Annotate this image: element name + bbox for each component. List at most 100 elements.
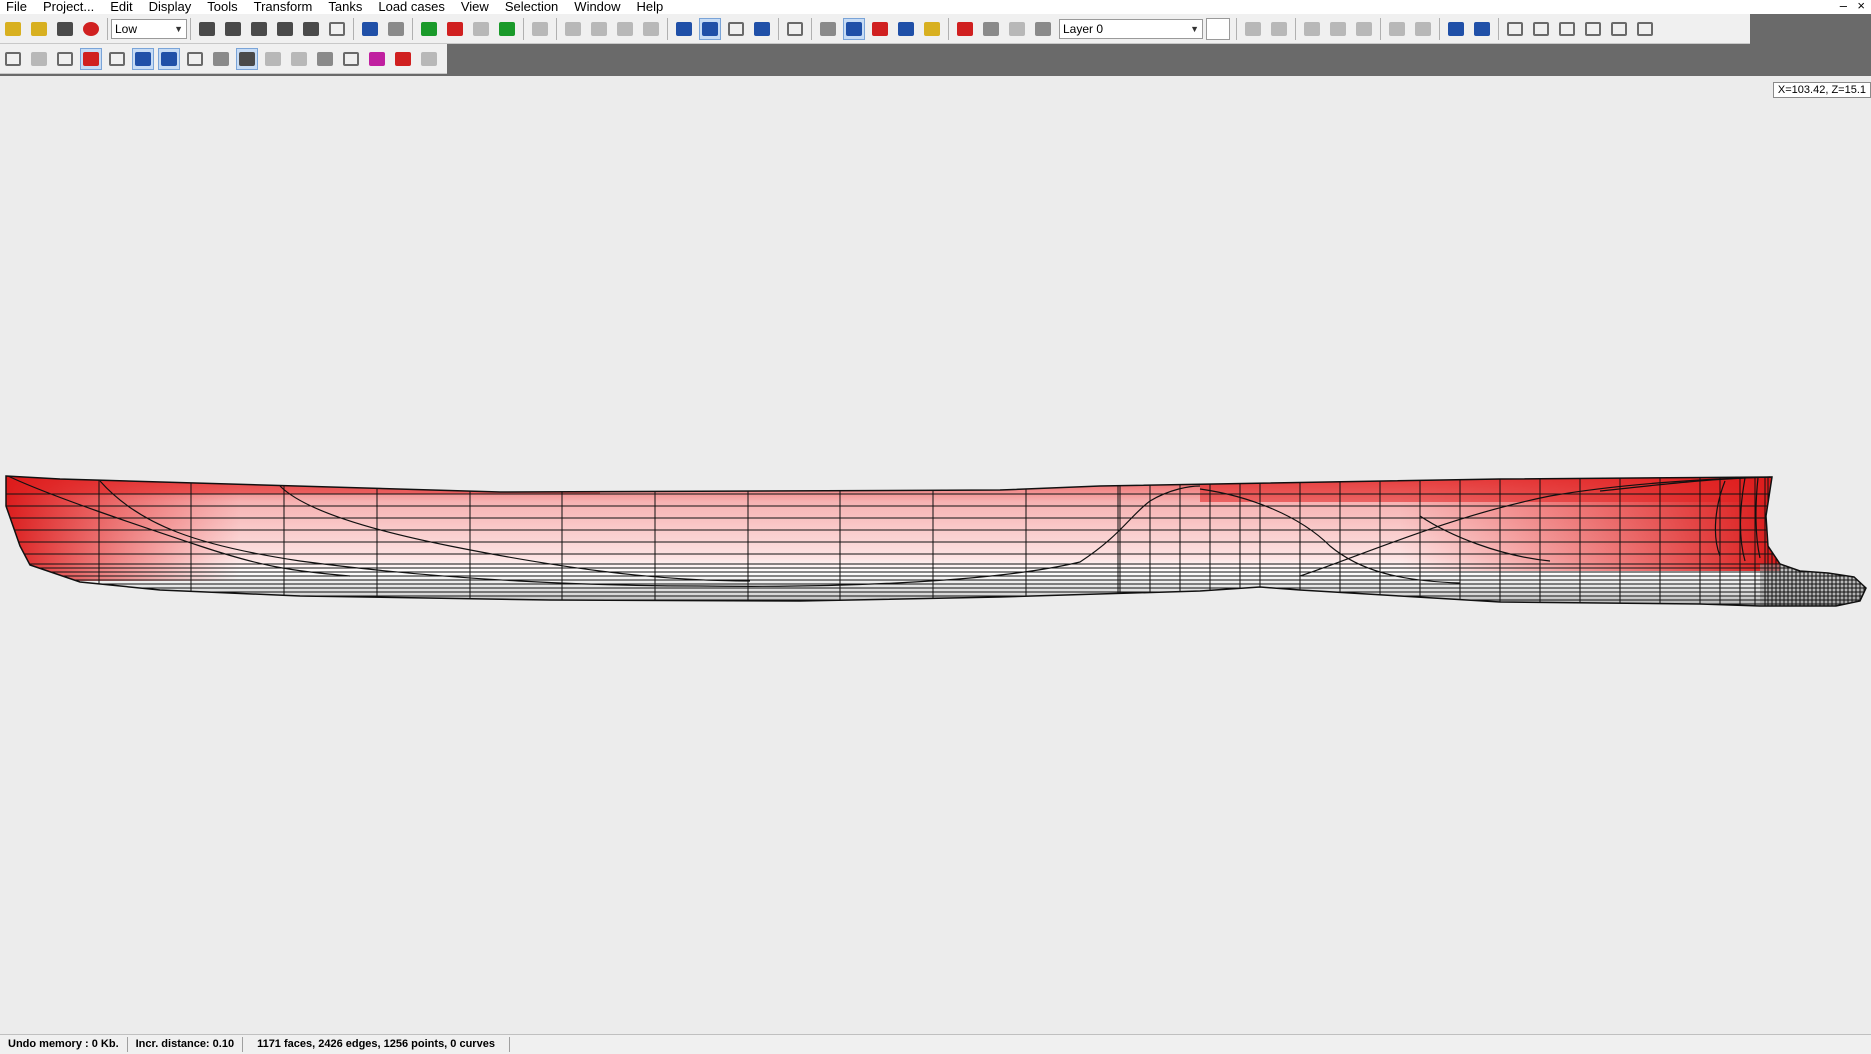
axes-button[interactable]: [418, 18, 440, 40]
minimize-button[interactable]: –: [1840, 0, 1847, 13]
menu-selection[interactable]: Selection: [497, 0, 566, 14]
curvature-plot-button[interactable]: [340, 48, 362, 70]
add-face-button[interactable]: [1386, 18, 1408, 40]
edge-split-button[interactable]: [1530, 18, 1552, 40]
waterlines-button[interactable]: [158, 47, 180, 70]
hull-profile-view[interactable]: [0, 76, 1871, 1034]
point-collapse-button[interactable]: [1504, 18, 1526, 40]
both-sides-button[interactable]: [132, 47, 154, 70]
insert-edge-button[interactable]: [1353, 18, 1375, 40]
menu-tanks[interactable]: Tanks: [320, 0, 370, 14]
add-edge-button[interactable]: [1327, 18, 1349, 40]
markers-button[interactable]: [210, 48, 232, 70]
layer-color-box[interactable]: [1206, 17, 1230, 40]
control-net-button[interactable]: [54, 48, 76, 70]
wireframe-button[interactable]: [699, 17, 721, 40]
mesh-button[interactable]: [921, 18, 943, 40]
view-3d-button[interactable]: [640, 18, 662, 40]
view-front-button[interactable]: [562, 18, 584, 40]
menu-view[interactable]: View: [453, 0, 497, 14]
extrude-icon: [1415, 21, 1431, 36]
hydro-features-button[interactable]: [236, 47, 258, 70]
buttocks-button[interactable]: [28, 48, 50, 70]
calculator-button[interactable]: [274, 18, 296, 40]
close-button[interactable]: ×: [1857, 0, 1865, 13]
hull-icon: [199, 21, 215, 36]
grid-button[interactable]: [1582, 18, 1604, 40]
model-viewport[interactable]: [0, 76, 1871, 1034]
zoom-extents-button[interactable]: [359, 18, 381, 40]
status-bar: Undo memory : 0 Kb. Incr. distance: 0.10…: [0, 1034, 1871, 1054]
add-point-button[interactable]: [1301, 18, 1323, 40]
menu-display[interactable]: Display: [141, 0, 200, 14]
shade-faces-button[interactable]: [314, 48, 336, 70]
curve-fair-icon: [421, 51, 437, 66]
interior-edges-button[interactable]: [80, 47, 102, 70]
new-layer-button[interactable]: [954, 18, 976, 40]
view-side-button[interactable]: [588, 18, 610, 40]
save-button[interactable]: [54, 18, 76, 40]
menu-load-cases[interactable]: Load cases: [370, 0, 453, 14]
new-project-button[interactable]: [2, 18, 24, 40]
layer-visibility-button[interactable]: [1032, 18, 1054, 40]
grid-toggle-button[interactable]: [106, 48, 128, 70]
layer-list-button[interactable]: [1006, 18, 1028, 40]
waterline-button[interactable]: [444, 18, 466, 40]
stations-button[interactable]: [2, 48, 24, 70]
connect-button[interactable]: [1556, 18, 1578, 40]
menu-help[interactable]: Help: [629, 0, 672, 14]
ruler-button[interactable]: [470, 18, 492, 40]
redo-button[interactable]: [1268, 18, 1290, 40]
layer-select[interactable]: Layer 0 ▼: [1059, 18, 1203, 39]
stations-icon: [5, 51, 21, 66]
fit-view-button[interactable]: [784, 18, 806, 40]
flip-button[interactable]: [1634, 18, 1656, 40]
color-button[interactable]: [496, 18, 518, 40]
hidden-line-button[interactable]: [725, 18, 747, 40]
view-top-button[interactable]: [614, 18, 636, 40]
curvature-button[interactable]: [817, 18, 839, 40]
menu-edit[interactable]: Edit: [102, 0, 140, 14]
menu-window[interactable]: Window: [566, 0, 628, 14]
curve-combs-button[interactable]: [392, 48, 414, 70]
toolbar-separator: [667, 17, 668, 40]
open-button[interactable]: [28, 18, 50, 40]
exit-button[interactable]: [80, 18, 102, 40]
crease-icon: [1611, 21, 1627, 36]
new-icon: [5, 21, 21, 36]
curvature-plot-icon: [343, 51, 359, 66]
print-button[interactable]: [529, 18, 551, 40]
deselect-button[interactable]: [1471, 18, 1493, 40]
view-top-icon: [617, 21, 633, 36]
menu-transform[interactable]: Transform: [246, 0, 321, 14]
zebra-button[interactable]: [843, 17, 865, 40]
undo-button[interactable]: [1242, 18, 1264, 40]
curves-button[interactable]: [326, 18, 348, 40]
layer-props-button[interactable]: [980, 18, 1002, 40]
diagonals-button[interactable]: [184, 48, 206, 70]
precision-select[interactable]: Low ▼: [111, 18, 187, 39]
curve-fair-button[interactable]: [418, 48, 440, 70]
layers-button[interactable]: [222, 18, 244, 40]
normals-button[interactable]: [288, 48, 310, 70]
shade-button[interactable]: [673, 18, 695, 40]
menu-project[interactable]: Project...: [35, 0, 102, 14]
menu-tools[interactable]: Tools: [199, 0, 245, 14]
render-button[interactable]: [751, 18, 773, 40]
surface-button[interactable]: [248, 18, 270, 40]
menu-file[interactable]: File: [0, 0, 35, 14]
crease-button[interactable]: [1608, 18, 1630, 40]
background-button[interactable]: [385, 18, 407, 40]
hidden-line-icon: [728, 21, 744, 36]
split-icon: [1533, 21, 1549, 36]
printer-icon: [532, 21, 548, 36]
extrude-button[interactable]: [1412, 18, 1434, 40]
curve-color-button[interactable]: [366, 48, 388, 70]
hull-tool-button[interactable]: [196, 18, 218, 40]
gauss-button[interactable]: [869, 18, 891, 40]
hydro-features-icon: [239, 51, 255, 66]
developability-button[interactable]: [895, 18, 917, 40]
hydrostatics-button[interactable]: [300, 18, 322, 40]
flowlines-button[interactable]: [262, 48, 284, 70]
select-all-button[interactable]: [1445, 18, 1467, 40]
